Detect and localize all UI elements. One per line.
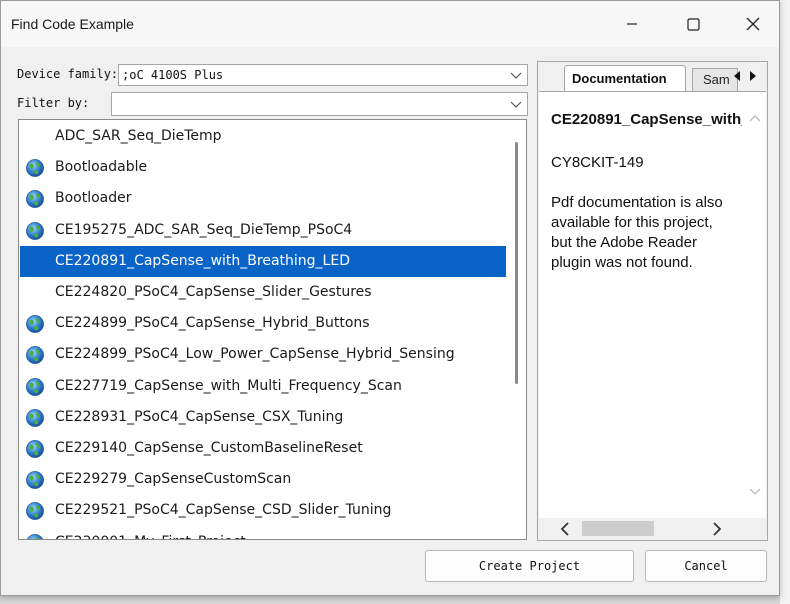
list-item-label: CE224820_PSoC4_CapSense_Slider_Gestures — [55, 284, 372, 300]
documentation-pane: CE220891_CapSense_with_Breathing_LED CY8… — [539, 91, 766, 519]
minimize-button[interactable] — [602, 1, 662, 47]
tab-scroll-left-icon[interactable] — [731, 69, 743, 83]
doc-horizontal-scrollbar[interactable] — [539, 518, 766, 539]
globe-icon — [26, 502, 44, 521]
doc-note: Pdf documentation is also available for … — [551, 194, 723, 271]
filter-label: Filter by: — [17, 96, 90, 110]
list-item-label: CE224899_PSoC4_CapSense_Hybrid_Buttons — [55, 315, 370, 332]
chevron-down-icon — [510, 72, 522, 79]
globe-icon — [26, 346, 44, 365]
list-item[interactable]: CE224899_PSoC4_CapSense_Hybrid_Buttons — [20, 308, 506, 339]
chevron-down-icon — [510, 101, 522, 108]
chevron-right-icon[interactable] — [711, 522, 723, 536]
list-item[interactable]: CE224899_PSoC4_Low_Power_CapSense_Hybrid… — [20, 339, 506, 370]
maximize-button[interactable] — [663, 1, 723, 47]
create-project-label: Create Project — [478, 559, 581, 573]
list-item-label: ADC_SAR_Seq_DieTemp — [55, 128, 222, 144]
tab-documentation-label: Documentation — [572, 71, 667, 86]
tab-documentation[interactable]: Documentation — [564, 65, 686, 92]
list-item-label: Bootloadable — [55, 159, 148, 176]
chevron-left-icon[interactable] — [559, 522, 571, 536]
list-item-label: CE227719_CapSense_with_Multi_Frequency_S… — [55, 377, 402, 394]
list-item-label: CE220891_CapSense_with_Breathing_LED — [55, 252, 350, 269]
list-item-label: CE229521_PSoC4_CapSense_CSD_Slider_Tunin… — [55, 502, 392, 519]
list-item-label: CE229140_CapSense_CustomBaselineReset — [55, 440, 363, 456]
globe-icon — [26, 190, 44, 209]
close-button[interactable] — [723, 1, 783, 47]
cancel-button[interactable]: Cancel — [645, 550, 767, 582]
maximize-icon — [686, 17, 700, 31]
create-project-button[interactable]: Create Project — [425, 550, 634, 582]
chevron-down-icon[interactable] — [748, 487, 762, 497]
list-item-label: CE228931_PSoC4_CapSense_CSX_Tuning — [55, 408, 344, 425]
globe-icon — [26, 315, 44, 334]
list-item[interactable]: CE228931_PSoC4_CapSense_CSX_Tuning — [20, 402, 506, 433]
list-item[interactable]: Bootloadable — [20, 152, 506, 183]
list-item[interactable]: CE229140_CapSense_CustomBaselineReset — [20, 433, 506, 464]
list-scrollbar[interactable] — [510, 122, 524, 537]
doc-kit: CY8CKIT-149 — [551, 154, 644, 171]
globe-icon — [26, 377, 44, 396]
list-item[interactable]: CE229279_CapSenseCustomScan — [20, 464, 506, 495]
chevron-up-icon[interactable] — [748, 113, 762, 123]
globe-icon — [26, 533, 44, 539]
doc-title: CE220891_CapSense_with_Breathing_LED — [551, 111, 766, 128]
device-family-label: Device family: — [17, 67, 119, 81]
list-item-label: CE224899_PSoC4_Low_Power_CapSense_Hybrid… — [55, 346, 455, 363]
list-item[interactable]: CE227719_CapSense_with_Multi_Frequency_S… — [20, 371, 506, 402]
globe-icon — [26, 221, 44, 240]
cancel-label: Cancel — [684, 559, 728, 573]
globe-icon — [26, 471, 44, 490]
code-example-list[interactable]: ADC_SAR_Seq_DieTemp Bootloadable Bootloade… — [18, 119, 527, 540]
list-item[interactable]: Bootloader — [20, 183, 506, 214]
find-code-example-dialog: Find Code Example Device family: ;oC 410… — [0, 0, 780, 596]
list-item-label: CE230001_My_First_Project — [55, 534, 246, 539]
doc-scrollbar[interactable] — [742, 92, 766, 519]
list-scrollbar-thumb[interactable] — [515, 142, 518, 384]
device-family-value: ;oC 4100S Plus — [122, 68, 224, 82]
doc-horizontal-thumb[interactable] — [582, 521, 654, 536]
list-item[interactable]: CE220891_CapSense_with_Breathing_LED — [20, 245, 506, 277]
globe-icon — [26, 159, 44, 178]
list-item-label: CE195275_ADC_SAR_Seq_DieTemp_PSoC4 — [55, 221, 353, 238]
filter-input[interactable] — [111, 92, 528, 116]
dialog-title: Find Code Example — [11, 16, 134, 32]
list-item[interactable]: CE195275_ADC_SAR_Seq_DieTemp_PSoC4 — [20, 215, 506, 246]
minimize-icon — [627, 23, 637, 25]
list-item-label: Bootloader — [55, 190, 132, 207]
list-item[interactable]: CE230001_My_First_Project — [20, 527, 506, 539]
globe-icon — [26, 408, 44, 427]
tab-sample-label: Sam — [703, 72, 730, 87]
list-item[interactable]: CE229521_PSoC4_CapSense_CSD_Slider_Tunin… — [20, 495, 506, 526]
list-item-label: CE229279_CapSenseCustomScan — [55, 471, 292, 488]
tab-scroll-right-icon[interactable] — [747, 69, 759, 83]
list-item[interactable]: CE224820_PSoC4_CapSense_Slider_Gestures — [20, 277, 506, 308]
list-item[interactable]: ADC_SAR_Seq_DieTemp — [20, 121, 506, 152]
background-window-strip — [780, 0, 790, 604]
device-family-select[interactable]: ;oC 4100S Plus — [118, 64, 528, 86]
globe-icon — [26, 440, 44, 458]
title-bar: Find Code Example — [1, 1, 779, 47]
close-icon — [746, 17, 760, 31]
details-panel: Documentation Sam CE220891_CapSense_with… — [537, 61, 768, 541]
